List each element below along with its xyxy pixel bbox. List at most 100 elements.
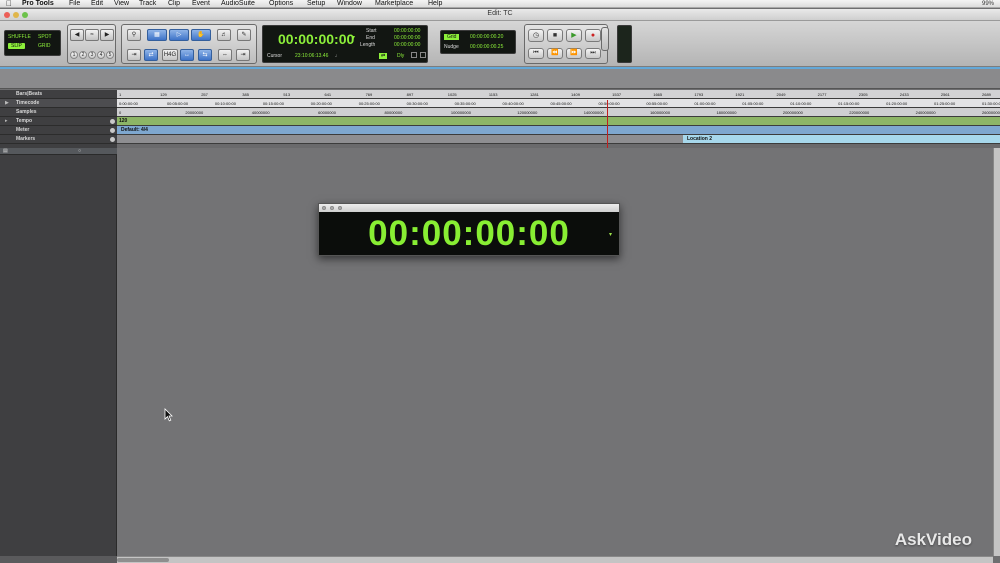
record-button[interactable]: ● [585, 29, 601, 42]
pre-post-roll-icon[interactable]: ⇄ [379, 53, 388, 59]
big-counter-chevron-icon[interactable]: ▾ [609, 231, 612, 238]
marker-label: Location 2 [687, 136, 713, 142]
ruler-name-samples[interactable]: Samples [0, 108, 117, 117]
meter-value[interactable]: Default: 4/4 [121, 126, 148, 134]
zoom-preset-4[interactable]: 4 [97, 51, 105, 59]
zoom-audio-icon[interactable]: ≈ [85, 29, 99, 41]
edit-mode-spot[interactable]: SPOT [38, 34, 52, 40]
h4g-button[interactable]: H4G [162, 49, 178, 61]
menu-audiosuite[interactable]: AudioSuite [221, 0, 255, 8]
grid-label[interactable]: Grid [444, 34, 460, 40]
menu-options[interactable]: Options [269, 0, 293, 8]
mirrored-midi-button[interactable]: ⇄ [144, 49, 158, 61]
scrubber-tool-icon[interactable]: ♬ [217, 29, 231, 41]
dly-label[interactable]: Dly [397, 53, 404, 59]
output-meter [617, 25, 632, 63]
menu-edit[interactable]: Edit [91, 0, 103, 8]
apple-icon[interactable]:  [6, 0, 12, 8]
view-selector-icon[interactable]: ▤ [3, 148, 8, 155]
menu-track[interactable]: Track [139, 0, 156, 8]
ruler-tick-label: 80000000 [384, 110, 403, 115]
menu-help[interactable]: Help [428, 0, 442, 8]
add-marker-icon[interactable] [110, 137, 115, 142]
counter-panel: 00:00:00:00 ▾ Cursor 23:10:06:13.46 ♩ St… [262, 25, 428, 63]
horizontal-scroll-thumb[interactable] [117, 558, 169, 562]
io-header-icon[interactable]: ○ [78, 148, 81, 155]
marker-location-2[interactable]: Location 2 [683, 135, 1000, 143]
keyboard-focus-button[interactable]: ⇥ [236, 49, 250, 61]
markers-ruler[interactable]: Location 2 [117, 135, 1000, 144]
counter-menu-chevron-icon[interactable]: ▾ [352, 34, 355, 41]
zoom-preset-3[interactable]: 3 [88, 51, 96, 59]
length-value[interactable]: 00:00:00:00 [394, 42, 420, 48]
ruler-name-tempo[interactable]: ▸ Tempo [0, 117, 117, 126]
stop-button[interactable]: ■ [547, 29, 563, 42]
zoom-preset-5[interactable]: 5 [106, 51, 114, 59]
trim-tool-icon[interactable]: ▦ [147, 29, 167, 41]
menu-marketplace[interactable]: Marketplace [375, 0, 413, 8]
rewind-button[interactable]: ⏪ [547, 48, 563, 59]
menu-event[interactable]: Event [192, 0, 210, 8]
menu-setup[interactable]: Setup [307, 0, 325, 8]
ruler-name-meter[interactable]: Meter [0, 126, 117, 135]
meter-ruler[interactable]: Default: 4/4 [117, 126, 1000, 135]
nudge-value[interactable]: 00:00:00:00.25 [470, 44, 503, 50]
zoomer-tool-icon[interactable]: ⚲ [127, 29, 141, 41]
zoom-preset-2[interactable]: 2 [79, 51, 87, 59]
big-counter-minimize-icon[interactable] [330, 206, 334, 210]
edit-mode-slip[interactable]: SLIP [8, 43, 25, 49]
insertion-follows-button[interactable]: ⇔ [218, 49, 232, 61]
big-counter-zoom-icon[interactable] [338, 206, 342, 210]
link-timeline-button[interactable]: ↔ [180, 49, 194, 61]
return-to-zero-button[interactable]: ⏮ [528, 48, 544, 59]
online-icon[interactable]: ◷ [528, 29, 544, 42]
grabber-tool-icon[interactable]: ✋ [191, 29, 211, 41]
bars-beats-ruler[interactable]: 1 129 257 385 513 641 769 897 1025 1153 1281 1409 15… [117, 90, 1000, 99]
go-to-end-button[interactable]: ⏭ [585, 48, 601, 59]
pencil-tool-icon[interactable]: ✎ [237, 29, 251, 41]
menu-clip[interactable]: Clip [168, 0, 180, 8]
link-track-button[interactable]: ⇆ [198, 49, 212, 61]
edit-mode-grid[interactable]: GRID [38, 43, 51, 49]
dly-checkbox[interactable] [411, 52, 417, 58]
vertical-scrollbar[interactable] [993, 148, 1000, 556]
add-tempo-icon[interactable] [110, 119, 115, 124]
nudge-label[interactable]: Nudge [444, 44, 459, 50]
expand-tempo-icon[interactable]: ▸ [5, 117, 8, 126]
grid-value[interactable]: 00:00:00:00.20 [470, 34, 503, 40]
menu-app-name[interactable]: Pro Tools [22, 0, 54, 8]
big-counter-window[interactable]: 00:00:00:00 ▾ [318, 203, 620, 256]
menu-file[interactable]: File [69, 0, 80, 8]
ruler-name-timecode[interactable]: ▶ Timecode [0, 99, 117, 108]
tempo-ruler[interactable]: 120 [117, 117, 1000, 126]
tempo-value[interactable]: 120 [119, 117, 127, 125]
end-value[interactable]: 00:00:00:00 [394, 35, 420, 41]
zoom-out-button[interactable]: ◀ [70, 29, 84, 41]
zoom-preset-1[interactable]: 1 [70, 51, 78, 59]
horizontal-scrollbar[interactable] [117, 556, 993, 563]
add-meter-icon[interactable] [110, 128, 115, 133]
edit-mode-shuffle[interactable]: SHUFFLE [8, 34, 31, 40]
universe-strip[interactable] [0, 67, 1000, 89]
timecode-ruler[interactable]: 0:00:00:00 00:05:00:00 00:10:00:00 00:15:00… [117, 99, 1000, 108]
start-value[interactable]: 00:00:00:00 [394, 28, 420, 34]
play-button[interactable]: ▶ [566, 29, 582, 42]
big-counter-close-icon[interactable] [322, 206, 326, 210]
zoom-in-button[interactable]: ▶ [100, 29, 114, 41]
battery-status[interactable]: 99% [982, 0, 994, 8]
ruler-name-bars-beats[interactable]: Bars|Beats [0, 90, 117, 99]
fast-forward-button[interactable]: ⏩ [566, 48, 582, 59]
samples-ruler[interactable]: 0 20000000 40000000 60000000 80000000 1000000… [117, 108, 1000, 117]
menu-window[interactable]: Window [337, 0, 362, 8]
main-counter[interactable]: 00:00:00:00 [278, 31, 354, 47]
transport-options-icon[interactable] [601, 27, 609, 51]
ruler-name-markers[interactable]: Markers [0, 135, 117, 144]
universe-range-line [0, 67, 1000, 69]
tab-to-transient-button[interactable]: ⇥ [127, 49, 141, 61]
selector-tool-icon[interactable]: ▷ [169, 29, 189, 41]
big-counter-titlebar[interactable] [319, 204, 619, 212]
big-counter-value[interactable]: 00:00:00:00 [319, 214, 619, 254]
sync-checkbox[interactable] [420, 52, 426, 58]
menu-view[interactable]: View [114, 0, 129, 8]
main-ruler-icon: ▶ [5, 100, 9, 106]
